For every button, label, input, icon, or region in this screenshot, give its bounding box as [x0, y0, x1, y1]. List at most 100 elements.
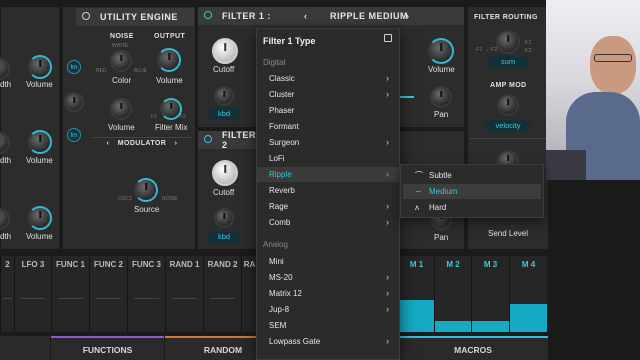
amp-mod-velocity-pill[interactable]: velocity: [486, 120, 530, 132]
send-level-label: Send Level: [488, 229, 529, 238]
submenu-item-hard[interactable]: ʌ Hard: [403, 200, 541, 215]
macro-tab-m1[interactable]: M 1: [398, 256, 434, 332]
copy-icon[interactable]: [384, 34, 392, 42]
mod-tab-func3[interactable]: FUNC 3: [127, 256, 165, 332]
menu-item-mini[interactable]: Mini: [257, 254, 399, 269]
submenu-item-subtle[interactable]: ⌒ Subtle: [403, 168, 541, 183]
mod-tab-rand1[interactable]: RAND 1: [165, 256, 203, 332]
mod-tab-label: LFO 3: [21, 260, 45, 269]
submenu-item-medium[interactable]: ∼ Medium: [403, 184, 541, 199]
mod-tab-line: [3, 298, 12, 299]
functions-tab[interactable]: FUNCTIONS: [51, 336, 164, 360]
filter-2-cutoff-knob[interactable]: [212, 160, 238, 186]
power-icon[interactable]: [204, 11, 212, 19]
filter-routing-sum-pill[interactable]: sum: [488, 56, 528, 68]
macro-tab-m3[interactable]: M 3: [471, 256, 509, 332]
macro-tab-m4[interactable]: M 4: [509, 256, 547, 332]
mod-tab-func2[interactable]: FUNC 2: [89, 256, 127, 332]
chevron-right-icon[interactable]: ›: [406, 11, 410, 21]
menu-title: Filter 1 Type: [263, 36, 316, 46]
mod-tab-label: RA: [243, 260, 256, 269]
menu-item-jup8[interactable]: Jup-8 ›: [257, 302, 399, 317]
osc-volume-knob-2[interactable]: [28, 130, 52, 154]
filter-1-pan-knob[interactable]: [430, 86, 452, 108]
macro-tab-m2[interactable]: M 2: [434, 256, 471, 332]
mod-tab-func1[interactable]: FUNC 1: [51, 256, 89, 332]
chevron-right-icon[interactable]: ›: [175, 140, 178, 147]
fm-button[interactable]: fm: [67, 60, 81, 74]
noise-color-label: Color: [112, 76, 132, 85]
chevron-left-icon[interactable]: ‹: [107, 140, 110, 147]
utility-volume-label: Volume: [108, 123, 135, 132]
chevron-left-icon[interactable]: ‹: [304, 11, 308, 21]
fm-button-2[interactable]: fm: [67, 128, 81, 142]
utility-engine-header: UTILITY ENGINE: [76, 8, 194, 26]
macro-level-bar: [472, 321, 509, 332]
filter-mix-f2-label: F2: [180, 114, 186, 120]
menu-item-matrix12[interactable]: Matrix 12 ›: [257, 286, 399, 301]
menu-item-label: Surgeon: [269, 138, 300, 147]
mod-tab-lfo3[interactable]: LFO 3: [14, 256, 51, 332]
fm-amount-knob[interactable]: [64, 92, 84, 112]
menu-item-comb[interactable]: Comb ›: [257, 215, 399, 230]
menu-item-cluster[interactable]: Cluster ›: [257, 87, 399, 102]
menu-item-label: Formant: [269, 122, 299, 131]
modulator-selector[interactable]: ‹ MODULATOR ›: [96, 140, 188, 147]
osc-width-label-2: dth: [0, 156, 12, 165]
utility-volume-knob[interactable]: [110, 98, 132, 120]
chevron-right-icon: ›: [386, 272, 389, 282]
menu-item-lowpass-gate[interactable]: Lowpass Gate ›: [257, 334, 399, 349]
filter-1-env-knob[interactable]: [214, 86, 234, 106]
filter-mix-knob[interactable]: [160, 98, 182, 120]
menu-item-label: Lowpass Gate: [269, 337, 321, 346]
filter-1-cutoff-label: Cutoff: [213, 65, 235, 74]
utility-engine-title: UTILITY ENGINE: [100, 12, 178, 22]
macro-level-bar: [510, 304, 547, 332]
filter-1-kbd-pill[interactable]: kbd: [208, 108, 240, 120]
osc-volume-knob[interactable]: [28, 55, 52, 79]
menu-item-phaser[interactable]: Phaser: [257, 103, 399, 118]
amp-mod-knob[interactable]: [497, 94, 519, 116]
chevron-right-icon: ›: [386, 169, 389, 179]
menu-item-classic[interactable]: Classic ›: [257, 71, 399, 86]
macro-level-bar: [399, 300, 434, 332]
mod-tab-line: [134, 298, 159, 299]
mod-tab-label: RAND 2: [207, 260, 238, 269]
macros-tab[interactable]: MACROS: [398, 336, 548, 360]
chevron-right-icon: ›: [386, 137, 389, 147]
menu-item-ms20[interactable]: MS-20 ›: [257, 270, 399, 285]
menu-item-lofi[interactable]: LoFi: [257, 151, 399, 166]
macro-tab-label: M 1: [409, 260, 424, 269]
filter-routing-knob[interactable]: [496, 30, 520, 54]
filter-1-preset[interactable]: RIPPLE MEDIUM: [330, 11, 408, 21]
filter-1-cutoff-knob[interactable]: [212, 38, 238, 64]
source-noise-label: NOISE: [162, 196, 178, 202]
routing-f2-label: F2: [525, 48, 532, 54]
mod-tab-rand2[interactable]: RAND 2: [203, 256, 241, 332]
mod-tab-lfo2[interactable]: 2: [0, 256, 14, 332]
webcam-overlay: [546, 0, 640, 180]
mod-tab-label: FUNC 1: [56, 260, 85, 269]
filter-1-volume-knob[interactable]: [428, 38, 454, 64]
osc-volume-knob-3[interactable]: [28, 206, 52, 230]
menu-item-ripple[interactable]: Ripple ›: [257, 167, 399, 182]
modulator-source-knob[interactable]: [134, 178, 158, 202]
menu-item-rage[interactable]: Rage ›: [257, 199, 399, 214]
power-icon[interactable]: [204, 135, 212, 143]
menu-item-reverb[interactable]: Reverb: [257, 183, 399, 198]
macro-tab-label: M 3: [483, 260, 498, 269]
menu-item-label: Jup-8: [269, 305, 290, 314]
mod-tab-rand3[interactable]: RA: [241, 256, 257, 332]
output-volume-knob[interactable]: [157, 48, 181, 72]
power-icon[interactable]: [82, 12, 90, 20]
noise-color-knob[interactable]: [110, 50, 132, 72]
filter-2-env-knob[interactable]: [214, 208, 234, 228]
menu-item-formant[interactable]: Formant: [257, 119, 399, 134]
modulator-label: MODULATOR: [117, 140, 167, 147]
noise-label: NOISE: [110, 33, 134, 40]
menu-item-surgeon[interactable]: Surgeon ›: [257, 135, 399, 150]
submenu-item-label: Hard: [429, 203, 447, 212]
menu-item-sem[interactable]: SEM: [257, 318, 399, 333]
medium-curve-icon: ∼: [415, 187, 422, 196]
filter-2-kbd-pill[interactable]: kbd: [208, 231, 240, 243]
